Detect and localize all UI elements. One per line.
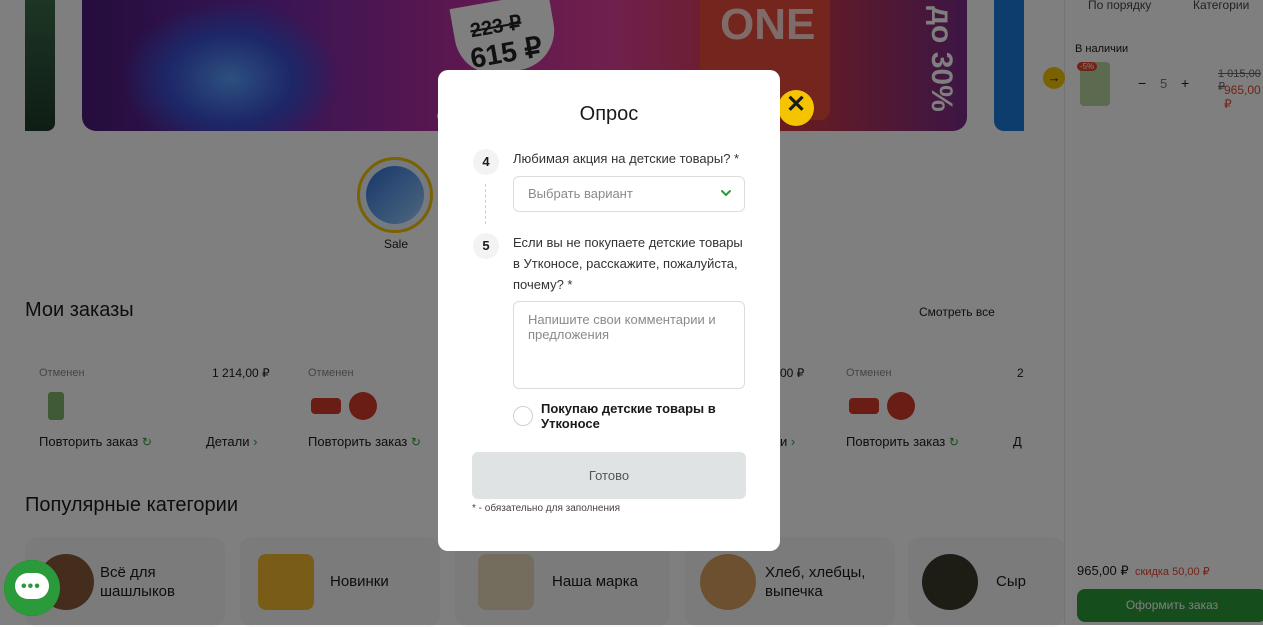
question-4-text: Любимая акция на детские товары? * xyxy=(513,151,740,166)
chat-dots: ••• xyxy=(21,578,41,595)
select-placeholder: Выбрать вариант xyxy=(528,186,633,201)
promo-select[interactable]: Выбрать вариант xyxy=(513,176,745,212)
buys-kids-goods-checkbox[interactable] xyxy=(513,406,533,426)
question-5-text: Если вы не покупаете детские товары в Ут… xyxy=(513,235,743,292)
comment-textarea[interactable] xyxy=(513,301,745,389)
step-number: 5 xyxy=(473,233,499,259)
survey-modal: Опрос 4 Любимая акция на детские товары?… xyxy=(438,70,780,551)
close-icon[interactable]: ✕ xyxy=(778,90,814,126)
checkbox-label[interactable]: Покупаю детские товары в Утконосе xyxy=(541,401,741,431)
chevron-down-icon xyxy=(721,190,731,196)
required-footnote: * - обязательно для заполнения xyxy=(472,503,621,514)
step-connector xyxy=(485,184,486,224)
submit-button[interactable]: Готово xyxy=(472,452,746,499)
step-number: 4 xyxy=(473,149,499,175)
modal-title: Опрос xyxy=(579,103,639,125)
